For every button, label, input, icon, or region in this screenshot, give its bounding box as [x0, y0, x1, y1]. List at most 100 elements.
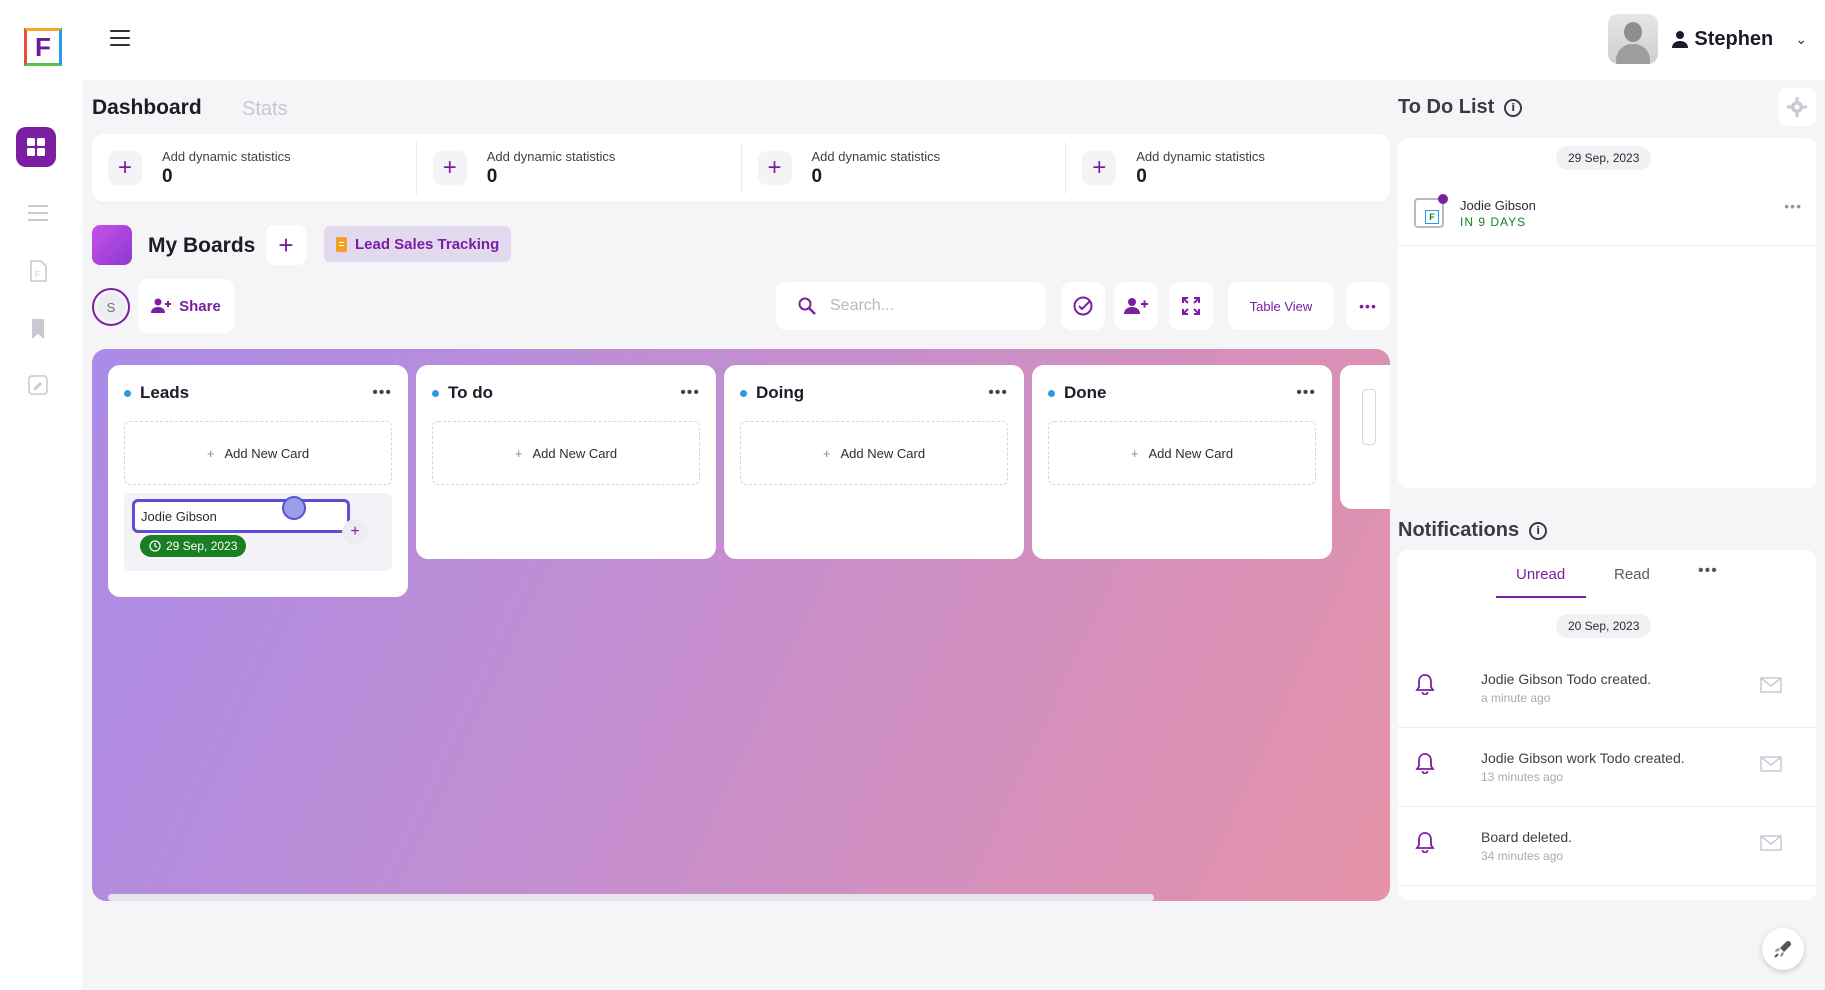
add-card-button[interactable]: + Add New Card	[432, 421, 700, 485]
search-input[interactable]	[830, 297, 1030, 315]
notification-item[interactable]: Board deleted. 34 minutes ago	[1398, 807, 1816, 886]
sidebar: F F	[0, 0, 82, 990]
notifications-panel: Unread Read ••• 20 Sep, 2023 Jodie Gibso…	[1398, 550, 1816, 900]
card-add-button[interactable]: +	[342, 519, 368, 545]
notification-item[interactable]: Jodie Gibson Todo created. a minute ago	[1398, 649, 1816, 728]
search-icon	[798, 297, 816, 315]
todo-heading: To Do List i	[1398, 96, 1523, 119]
more-icon: •••	[1359, 298, 1377, 314]
todo-panel: 29 Sep, 2023 F Jodie Gibson IN 9 DAYS ••…	[1398, 138, 1816, 488]
rocket-icon	[1774, 941, 1791, 958]
card-title-input[interactable]: Jodie Gibson	[132, 499, 350, 533]
column-more-button[interactable]: •••	[680, 384, 700, 402]
fullscreen-button[interactable]	[1169, 282, 1213, 330]
share-button[interactable]: Share	[138, 279, 234, 333]
column-done: Done ••• + Add New Card	[1032, 365, 1332, 559]
due-date-badge[interactable]: 29 Sep, 2023	[140, 535, 247, 557]
info-icon[interactable]: i	[1529, 521, 1548, 540]
notifications-more-button[interactable]: •••	[1698, 562, 1718, 580]
member-avatar[interactable]: S	[92, 288, 130, 326]
column-title: Doing	[756, 383, 805, 402]
stat-value: 0	[811, 165, 823, 187]
sidebar-item-bookmarks[interactable]	[27, 318, 49, 340]
app-logo[interactable]: F	[24, 28, 62, 66]
add-user-icon	[1124, 298, 1148, 314]
add-card-button[interactable]: + Add New Card	[1048, 421, 1316, 485]
stat-card: + Add dynamic statistics 0	[417, 142, 742, 194]
stat-card: + Add dynamic statistics 0	[1066, 142, 1390, 194]
sidebar-item-documents[interactable]: F	[27, 260, 49, 282]
avatar	[1608, 14, 1659, 64]
add-column-panel[interactable]	[1340, 365, 1390, 509]
plus-icon: +	[1130, 445, 1139, 461]
board-more-button[interactable]: •••	[1346, 282, 1390, 330]
add-card-button[interactable]: + Add New Card	[740, 421, 1008, 485]
todo-date-pill: 29 Sep, 2023	[1556, 146, 1652, 170]
check-filter-button[interactable]	[1061, 282, 1105, 330]
sidebar-item-dashboard[interactable]	[16, 127, 56, 167]
tab-read[interactable]: Read	[1614, 566, 1650, 583]
column-to-do: To do ••• + Add New Card	[416, 365, 716, 559]
board-chip-lead-sales-tracking[interactable]: Lead Sales Tracking	[324, 226, 512, 262]
tab-dashboard[interactable]: Dashboard	[92, 96, 202, 120]
active-tab-indicator	[1496, 596, 1586, 598]
note-icon	[28, 375, 48, 395]
share-label: Share	[179, 297, 221, 315]
user-icon	[1672, 31, 1689, 48]
add-statistic-button[interactable]: +	[757, 151, 792, 185]
sidebar-item-notes[interactable]	[27, 374, 49, 396]
notification-item[interactable]: Jodie Gibson work Todo created. 13 minut…	[1398, 728, 1816, 807]
todo-item[interactable]: F Jodie Gibson IN 9 DAYS •••	[1398, 188, 1816, 246]
kanban-board: Leads ••• + Add New Card Jodie Gibson + 2…	[92, 349, 1390, 901]
add-card-button[interactable]: + Add New Card	[124, 421, 392, 485]
column-doing: Doing ••• + Add New Card	[724, 365, 1024, 559]
notification-text: Board deleted.	[1481, 829, 1573, 845]
bookmark-icon	[32, 319, 44, 339]
column-more-button[interactable]: •••	[372, 384, 392, 402]
plus-icon: +	[822, 445, 831, 461]
card-editor: Jodie Gibson + 29 Sep, 2023	[124, 493, 392, 571]
stat-value: 0	[1136, 165, 1147, 187]
add-board-button[interactable]: +	[266, 225, 306, 265]
stat-value: 0	[162, 165, 173, 187]
plus-icon: +	[514, 445, 523, 461]
menu-toggle-button[interactable]	[110, 30, 130, 46]
bell-icon	[1415, 753, 1435, 774]
mail-icon[interactable]	[1760, 677, 1782, 693]
column-more-button[interactable]: •••	[1296, 384, 1316, 402]
tab-unread[interactable]: Unread	[1516, 566, 1565, 583]
todo-settings-button[interactable]	[1778, 88, 1816, 126]
floating-action-button[interactable]	[1762, 928, 1804, 970]
add-statistic-button[interactable]: +	[1082, 151, 1117, 185]
list-icon	[28, 205, 48, 221]
check-circle-icon	[1073, 296, 1093, 316]
stat-card: + Add dynamic statistics 0	[742, 142, 1067, 194]
info-icon[interactable]: i	[1504, 98, 1523, 117]
horizontal-scrollbar[interactable]	[108, 894, 1154, 901]
stat-value: 0	[486, 165, 498, 187]
column-dot	[432, 389, 439, 397]
column-title: Leads	[140, 383, 190, 402]
todo-item-more-button[interactable]: •••	[1784, 198, 1802, 214]
chevron-down-icon[interactable]: ⌄	[1795, 31, 1807, 48]
add-statistic-button[interactable]: +	[432, 151, 467, 185]
column-dot	[1048, 389, 1055, 397]
calendar-icon: F	[1414, 194, 1448, 228]
stat-label: Add dynamic statistics	[1136, 148, 1265, 164]
add-statistic-button[interactable]: +	[108, 151, 142, 185]
user-menu[interactable]: Stephen ⌄	[1608, 14, 1807, 64]
mail-icon[interactable]	[1760, 835, 1782, 851]
stat-label: Add dynamic statistics	[486, 148, 616, 164]
mail-icon[interactable]	[1760, 756, 1782, 772]
table-view-button[interactable]: Table View	[1228, 282, 1334, 330]
board-doc-icon	[336, 236, 347, 252]
drag-handle[interactable]	[282, 496, 306, 520]
tab-stats[interactable]: Stats	[242, 98, 288, 121]
column-dot	[124, 389, 131, 397]
column-more-button[interactable]: •••	[988, 384, 1008, 402]
add-member-button[interactable]	[1114, 282, 1158, 330]
notification-text: Jodie Gibson work Todo created.	[1481, 750, 1685, 766]
boards-title: My Boards	[148, 234, 256, 257]
sidebar-item-list[interactable]	[27, 202, 49, 224]
notification-time: a minute ago	[1481, 691, 1551, 705]
